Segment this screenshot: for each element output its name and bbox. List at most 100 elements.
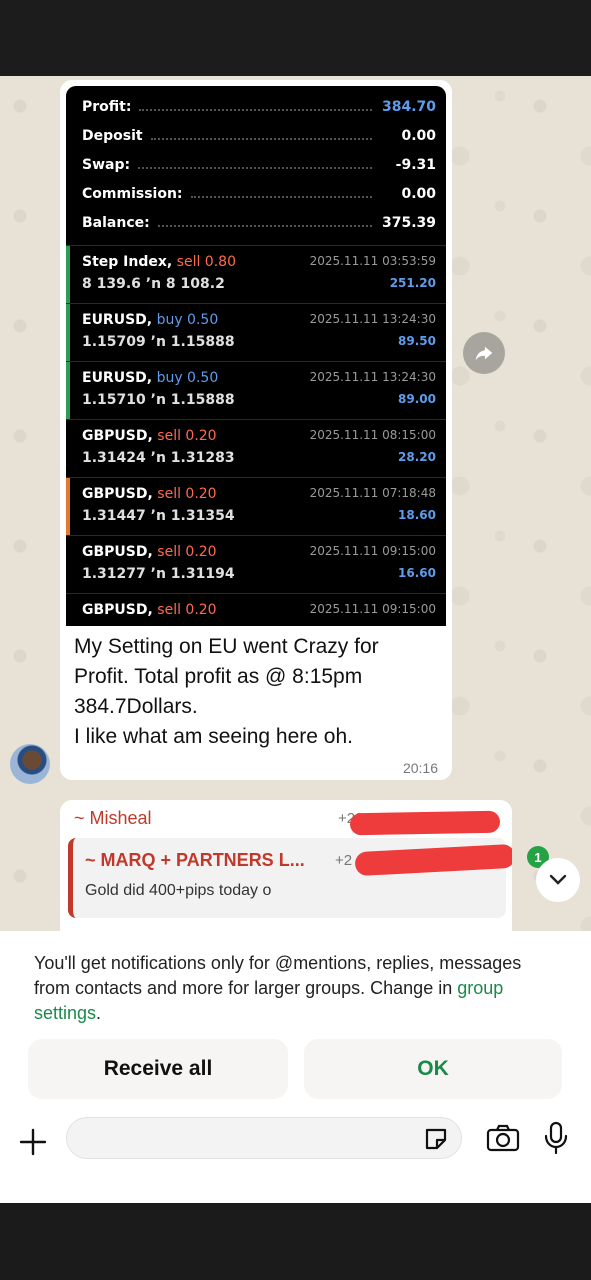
trade-row: EURUSD, buy 0.50 2025.11.11 13:24:30 1.15… bbox=[66, 303, 446, 362]
quoted-message[interactable]: ~ MARQ + PARTNERS L... +2 6506 Gold did … bbox=[68, 838, 512, 918]
reply-message-bubble[interactable]: ~ Misheal +23 ~ MARQ + PARTNERS L... +2 … bbox=[60, 800, 512, 931]
scroll-to-bottom-button[interactable] bbox=[536, 858, 580, 902]
trade-accent-bar bbox=[66, 362, 70, 420]
message-caption: My Setting on EU went Crazy for Profit. … bbox=[74, 635, 379, 748]
summary-row-swap: Swap: -9.31 bbox=[82, 150, 436, 179]
trade-accent-bar bbox=[66, 304, 70, 362]
trade-row: GBPUSD, sell 0.20 2025.11.11 09:15:00 bbox=[66, 593, 446, 626]
notice-text-end: . bbox=[96, 1003, 102, 1023]
trade-history-screenshot[interactable]: Profit: 384.70 Deposit 0.00 Swap: -9.31 … bbox=[66, 86, 446, 626]
ok-button[interactable]: OK bbox=[304, 1039, 562, 1099]
trade-symbol: GBPUSD, bbox=[82, 486, 153, 502]
trade-list: Step Index, sell 0.80 2025.11.11 03:53:59… bbox=[66, 245, 446, 626]
microphone-icon[interactable] bbox=[542, 1121, 570, 1155]
trade-side: sell 0.20 bbox=[157, 602, 217, 618]
sticker-icon[interactable] bbox=[423, 1126, 449, 1152]
trade-accent-bar bbox=[66, 246, 70, 304]
image-message-bubble[interactable]: Profit: 384.70 Deposit 0.00 Swap: -9.31 … bbox=[60, 80, 452, 780]
balance-value: 375.39 bbox=[381, 214, 436, 231]
trade-prices: 1.31424 ’n 1.31283 bbox=[82, 450, 235, 466]
trade-profit: 89.50 bbox=[398, 334, 436, 348]
composer-bar bbox=[0, 1111, 591, 1181]
sender-name[interactable]: ~ Misheal bbox=[74, 808, 152, 829]
trade-accent-bar bbox=[66, 478, 70, 536]
quoted-sender-phone: +2 bbox=[335, 852, 353, 869]
trade-profit: 251.20 bbox=[389, 276, 436, 290]
summary-row-deposit: Deposit 0.00 bbox=[82, 121, 436, 150]
notice-text: You'll get notifications only for @menti… bbox=[34, 953, 522, 998]
quoted-sender-name: ~ MARQ + PARTNERS L... bbox=[85, 850, 305, 870]
trade-profit: 89.00 bbox=[398, 392, 436, 406]
trade-row: Step Index, sell 0.80 2025.11.11 03:53:59… bbox=[66, 245, 446, 304]
deposit-label: Deposit bbox=[82, 127, 143, 144]
plus-icon[interactable] bbox=[18, 1127, 48, 1157]
avatar[interactable] bbox=[10, 744, 50, 784]
dotted-leader bbox=[150, 132, 372, 140]
trade-time: 2025.11.11 08:15:00 bbox=[309, 428, 436, 442]
chevron-down-icon bbox=[549, 874, 567, 885]
trade-row: GBPUSD, sell 0.20 2025.11.11 08:15:00 1.3… bbox=[66, 419, 446, 478]
commission-label: Commission: bbox=[82, 185, 183, 202]
message-timestamp: 20:16 bbox=[402, 760, 438, 776]
trade-symbol: GBPUSD, bbox=[82, 602, 153, 618]
trade-side: sell 0.20 bbox=[157, 428, 217, 444]
message-input[interactable] bbox=[66, 1117, 462, 1159]
trade-prices: 1.15709 ’n 1.15888 bbox=[82, 334, 235, 350]
forward-button[interactable] bbox=[463, 332, 505, 374]
redaction-mark bbox=[354, 843, 512, 877]
dotted-leader bbox=[190, 190, 372, 198]
trade-symbol: GBPUSD, bbox=[82, 428, 153, 444]
navigation-bar bbox=[0, 1203, 591, 1280]
notification-settings-panel: You'll get notifications only for @menti… bbox=[0, 931, 591, 1203]
commission-value: 0.00 bbox=[401, 185, 436, 202]
trade-side: sell 0.20 bbox=[157, 544, 217, 560]
trade-accent-bar bbox=[66, 420, 70, 478]
balance-label: Balance: bbox=[82, 214, 150, 231]
trade-side: sell 0.80 bbox=[176, 254, 236, 270]
trade-time: 2025.11.11 13:24:30 bbox=[309, 312, 436, 326]
dotted-leader bbox=[157, 219, 372, 227]
trade-side: buy 0.50 bbox=[156, 312, 219, 328]
trade-symbol: EURUSD, bbox=[82, 312, 153, 328]
trade-prices: 8 139.6 ’n 8 108.2 bbox=[82, 276, 225, 292]
trade-symbol: Step Index, bbox=[82, 254, 173, 270]
profit-value: 384.70 bbox=[381, 98, 436, 115]
trade-symbol: GBPUSD, bbox=[82, 544, 153, 560]
summary-row-balance: Balance: 375.39 bbox=[82, 208, 436, 237]
trade-accent-bar bbox=[66, 536, 70, 594]
trade-row: GBPUSD, sell 0.20 2025.11.11 09:15:00 1.3… bbox=[66, 535, 446, 594]
trade-time: 2025.11.11 09:15:00 bbox=[309, 602, 436, 616]
swap-value: -9.31 bbox=[395, 156, 436, 173]
quoted-text: Gold did 400+pips today o bbox=[85, 882, 272, 899]
receive-all-button[interactable]: Receive all bbox=[28, 1039, 288, 1099]
forward-icon bbox=[475, 346, 493, 361]
summary-row-profit: Profit: 384.70 bbox=[82, 92, 436, 121]
account-summary: Profit: 384.70 Deposit 0.00 Swap: -9.31 … bbox=[66, 86, 446, 245]
swap-label: Swap: bbox=[82, 156, 131, 173]
dotted-leader bbox=[138, 161, 372, 169]
trade-time: 2025.11.11 03:53:59 bbox=[309, 254, 436, 268]
trade-row: EURUSD, buy 0.50 2025.11.11 13:24:30 1.15… bbox=[66, 361, 446, 420]
status-bar bbox=[0, 0, 591, 76]
trade-profit: 16.60 bbox=[398, 566, 436, 580]
notification-notice: You'll get notifications only for @menti… bbox=[34, 951, 554, 1026]
trade-time: 2025.11.11 09:15:00 bbox=[309, 544, 436, 558]
summary-row-commission: Commission: 0.00 bbox=[82, 179, 436, 208]
chat-area[interactable]: Profit: 384.70 Deposit 0.00 Swap: -9.31 … bbox=[0, 76, 591, 931]
trade-prices: 1.31277 ’n 1.31194 bbox=[82, 566, 235, 582]
dotted-leader bbox=[139, 103, 372, 111]
trade-symbol: EURUSD, bbox=[82, 370, 153, 386]
trade-side: buy 0.50 bbox=[156, 370, 219, 386]
camera-icon[interactable] bbox=[486, 1123, 520, 1153]
profit-label: Profit: bbox=[82, 98, 132, 115]
trade-profit: 18.60 bbox=[398, 508, 436, 522]
deposit-value: 0.00 bbox=[401, 127, 436, 144]
trade-prices: 1.31447 ’n 1.31354 bbox=[82, 508, 235, 524]
trade-time: 2025.11.11 13:24:30 bbox=[309, 370, 436, 384]
trade-prices: 1.15710 ’n 1.15888 bbox=[82, 392, 235, 408]
trade-side: sell 0.20 bbox=[157, 486, 217, 502]
trade-row: GBPUSD, sell 0.20 2025.11.11 07:18:48 1.3… bbox=[66, 477, 446, 536]
redaction-mark bbox=[349, 810, 501, 836]
trade-profit: 28.20 bbox=[398, 450, 436, 464]
trade-time: 2025.11.11 07:18:48 bbox=[309, 486, 436, 500]
